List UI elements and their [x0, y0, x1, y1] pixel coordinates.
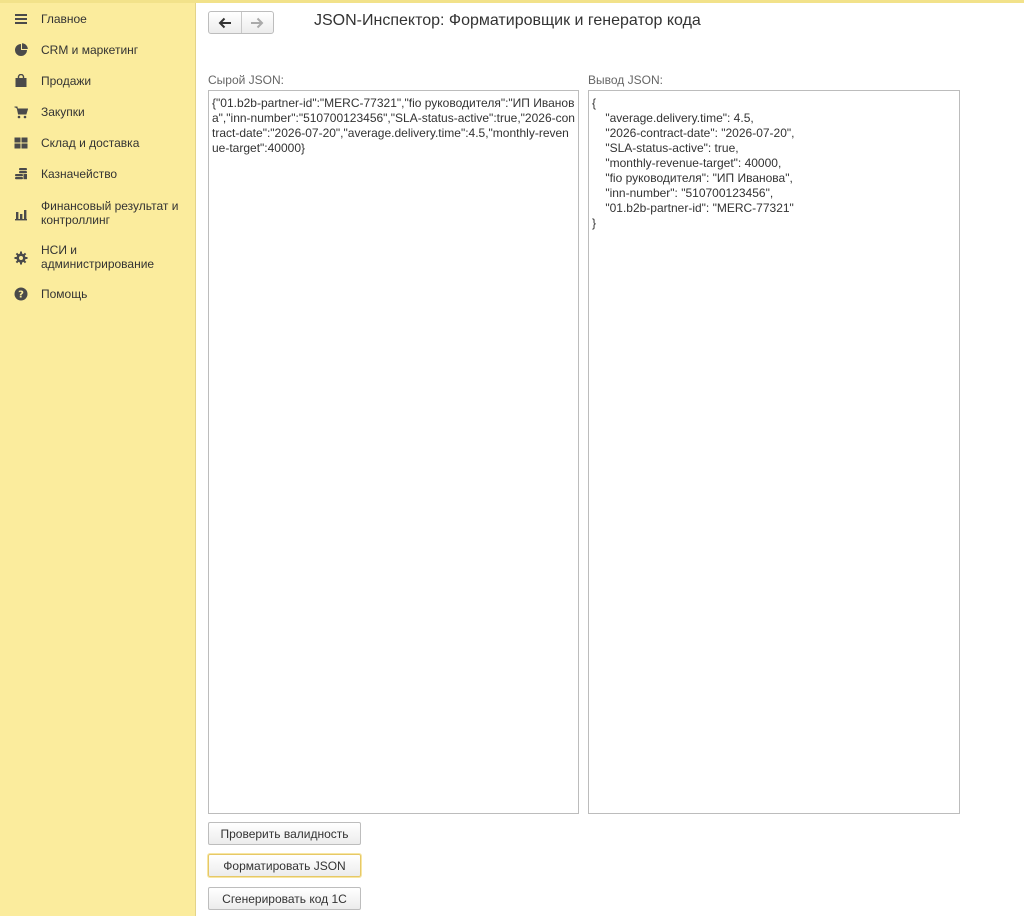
sidebar: Главное CRM и маркетинг Продажи Закупки …: [0, 3, 196, 916]
arrow-left-icon: [218, 17, 231, 28]
arrow-right-icon: [251, 17, 264, 28]
output-json-textarea[interactable]: { "average.delivery.time": 4.5, "2026-co…: [588, 90, 960, 814]
shopping-bag-icon: [14, 74, 28, 88]
svg-text:?: ?: [18, 290, 24, 301]
sidebar-item-finance[interactable]: Финансовый результат и контроллинг: [0, 198, 196, 228]
coins-stack-icon: [14, 167, 28, 181]
forward-button[interactable]: [240, 12, 273, 33]
output-json-label: Вывод JSON:: [588, 73, 663, 87]
sidebar-item-label: CRM и маркетинг: [41, 43, 139, 57]
warehouse-grid-icon: [14, 136, 28, 150]
menu-lines-icon: [14, 12, 28, 26]
format-button[interactable]: Форматировать JSON: [208, 854, 361, 877]
shopping-cart-icon: [14, 105, 28, 119]
raw-json-textarea[interactable]: {"01.b2b-partner-id":"MERC-77321","fio р…: [208, 90, 579, 814]
help-circle-icon: ?: [14, 287, 28, 301]
page-title: JSON-Инспектор: Форматировщик и генерато…: [314, 12, 701, 29]
history-nav: [208, 11, 274, 34]
back-button[interactable]: [209, 12, 241, 33]
sidebar-item-sales[interactable]: Продажи: [0, 73, 196, 89]
bar-chart-icon: [14, 207, 28, 221]
sidebar-item-treasury[interactable]: Казначейство: [0, 166, 196, 182]
pie-chart-icon: [14, 43, 28, 57]
sidebar-item-label: Склад и доставка: [41, 136, 140, 150]
sidebar-item-purchases[interactable]: Закупки: [0, 104, 196, 120]
sidebar-item-main[interactable]: Главное: [0, 11, 196, 27]
sidebar-item-label: Финансовый результат и контроллинг: [41, 199, 179, 227]
sidebar-item-admin[interactable]: НСИ и администрирование: [0, 242, 196, 272]
raw-json-label: Сырой JSON:: [208, 73, 285, 87]
sidebar-item-crm[interactable]: CRM и маркетинг: [0, 42, 196, 58]
sidebar-item-warehouse[interactable]: Склад и доставка: [0, 135, 196, 151]
sidebar-item-help[interactable]: ? Помощь: [0, 286, 196, 302]
sidebar-item-label: Казначейство: [41, 167, 118, 181]
sidebar-item-label: Помощь: [41, 287, 88, 301]
main-content: JSON-Инспектор: Форматировщик и генерато…: [197, 3, 1024, 916]
sidebar-item-label: НСИ и администрирование: [41, 243, 155, 271]
sidebar-item-label: Закупки: [41, 105, 85, 119]
gear-icon: [14, 251, 28, 265]
sidebar-item-label: Продажи: [41, 74, 92, 88]
generate-code-button[interactable]: Сгенерировать код 1С: [208, 887, 361, 910]
sidebar-item-label: Главное: [41, 12, 87, 26]
validate-button[interactable]: Проверить валидность: [208, 822, 361, 845]
